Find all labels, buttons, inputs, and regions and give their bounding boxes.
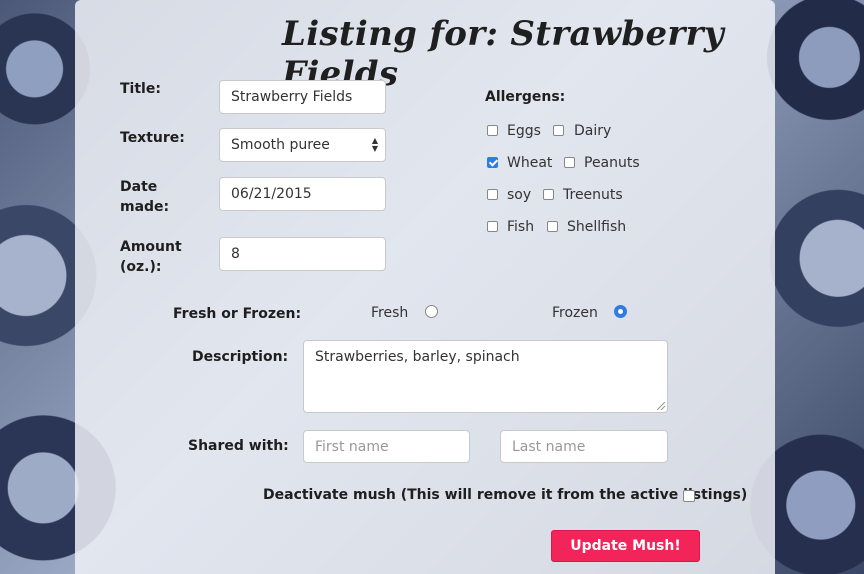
date-made-input[interactable]: 06/21/2015 [219, 177, 386, 211]
amount-label: Amount (oz.): [120, 237, 182, 277]
title-input[interactable]: Strawberry Fields [219, 80, 386, 114]
allergen-peanuts-checkbox[interactable] [564, 157, 575, 168]
allergen-dairy-checkbox[interactable] [553, 125, 564, 136]
shared-with-label: Shared with: [188, 438, 289, 454]
date-made-label-line1: Date [120, 179, 158, 195]
texture-select[interactable]: Smooth puree ▲ ▼ [219, 128, 386, 162]
date-made-label-line2: made: [120, 199, 170, 215]
allergen-shellfish-checkbox[interactable] [547, 221, 558, 232]
allergen-wheat-label: Wheat [507, 155, 553, 171]
first-name-placeholder: First name [315, 439, 389, 455]
allergen-treenuts-label: Treenuts [563, 187, 623, 203]
allergen-eggs-label: Eggs [507, 123, 541, 139]
fresh-or-frozen-label: Fresh or Frozen: [173, 306, 302, 322]
description-textarea[interactable]: Strawberries, barley, spinach [303, 340, 668, 413]
allergen-shellfish-label: Shellfish [567, 219, 627, 235]
first-name-input[interactable]: First name [303, 430, 470, 463]
allergen-wheat-checkbox[interactable] [487, 157, 498, 168]
last-name-input[interactable]: Last name [500, 430, 668, 463]
resize-handle-icon[interactable] [657, 402, 665, 410]
deactivate-checkbox[interactable] [683, 490, 695, 502]
description-label: Description: [192, 349, 289, 365]
title-label: Title: [120, 81, 161, 97]
select-arrows-icon: ▲ ▼ [371, 136, 379, 153]
amount-input[interactable]: 8 [219, 237, 386, 271]
deactivate-label: Deactivate mush (This will remove it fro… [263, 487, 748, 503]
frozen-radio[interactable] [614, 305, 627, 318]
fresh-option-label: Fresh [371, 305, 409, 321]
texture-value: Smooth puree [231, 137, 330, 153]
allergen-peanuts-label: Peanuts [584, 155, 640, 171]
amount-label-line1: Amount [120, 239, 182, 255]
fresh-radio[interactable] [425, 305, 438, 318]
allergen-treenuts-checkbox[interactable] [543, 189, 554, 200]
allergen-soy-label: soy [507, 187, 532, 203]
allergen-eggs-checkbox[interactable] [487, 125, 498, 136]
amount-label-line2: (oz.): [120, 259, 162, 275]
description-value: Strawberries, barley, spinach [315, 349, 520, 365]
allergen-dairy-label: Dairy [574, 123, 612, 139]
update-mush-button[interactable]: Update Mush! [551, 530, 700, 562]
allergen-fish-checkbox[interactable] [487, 221, 498, 232]
allergens-label: Allergens: [485, 89, 566, 105]
last-name-placeholder: Last name [512, 439, 586, 455]
allergen-soy-checkbox[interactable] [487, 189, 498, 200]
texture-label: Texture: [120, 130, 185, 146]
allergen-fish-label: Fish [507, 219, 535, 235]
frozen-option-label: Frozen [552, 305, 598, 321]
date-made-label: Date made: [120, 177, 169, 217]
